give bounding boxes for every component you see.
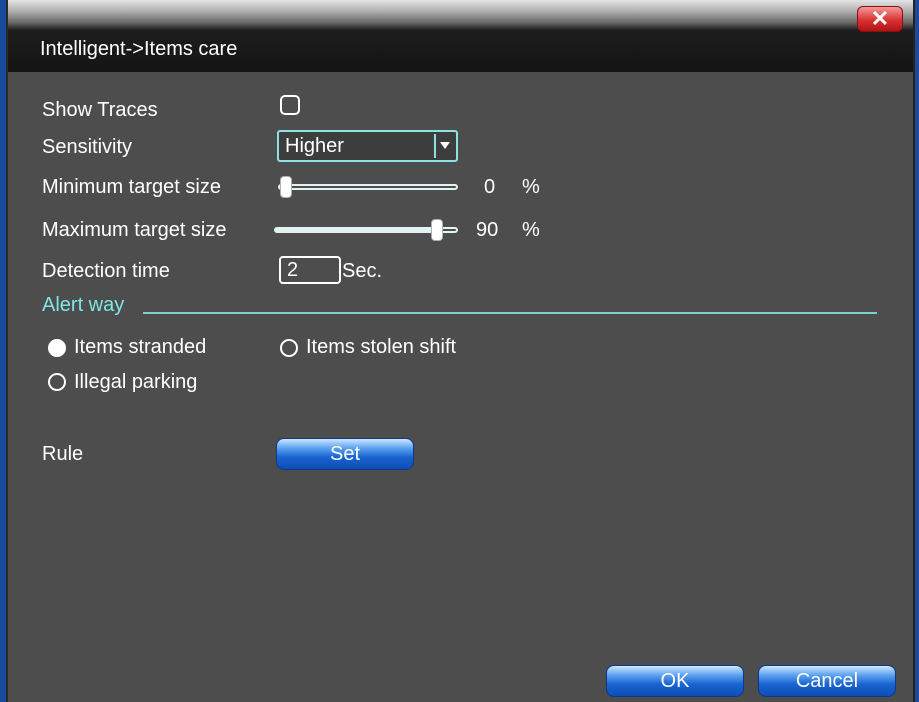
- detection-time-unit: Sec.: [342, 260, 383, 282]
- min-target-label: Minimum target size: [42, 176, 221, 198]
- min-target-thumb[interactable]: [280, 176, 292, 198]
- items-stolen-shift-label: Items stolen shift: [306, 336, 457, 358]
- radio-items-stolen-shift[interactable]: [280, 339, 298, 357]
- chevron-down-icon[interactable]: [434, 134, 454, 158]
- illegal-parking-label: Illegal parking: [74, 371, 198, 393]
- items-stranded-label: Items stranded: [74, 336, 207, 358]
- sensitivity-value: Higher: [285, 135, 344, 157]
- ok-button[interactable]: OK: [606, 665, 744, 697]
- sensitivity-label: Sensitivity: [42, 136, 133, 158]
- max-target-label: Maximum target size: [42, 219, 227, 241]
- detection-time-value: 2: [287, 259, 299, 281]
- max-target-thumb[interactable]: [431, 219, 443, 241]
- min-target-slider[interactable]: [278, 176, 458, 198]
- sensitivity-select[interactable]: Higher: [277, 130, 458, 162]
- cancel-button[interactable]: Cancel: [758, 665, 896, 697]
- max-target-unit: %: [522, 219, 540, 241]
- title-bar: Intelligent->Items care ✕: [8, 0, 913, 72]
- items-care-dialog: Intelligent->Items care ✕ Show Traces Se…: [6, 0, 915, 702]
- radio-items-stranded[interactable]: [48, 339, 66, 357]
- max-target-slider[interactable]: [274, 219, 458, 241]
- rule-set-button[interactable]: Set: [276, 438, 414, 470]
- close-button[interactable]: ✕: [857, 6, 903, 32]
- detection-time-input[interactable]: 2: [279, 256, 341, 284]
- show-traces-checkbox[interactable]: [280, 95, 300, 115]
- alert-way-heading: Alert way: [42, 294, 125, 316]
- close-icon: ✕: [870, 6, 890, 31]
- rule-label: Rule: [42, 443, 84, 465]
- max-target-value: 90: [476, 219, 499, 241]
- show-traces-label: Show Traces: [42, 99, 158, 121]
- detection-time-label: Detection time: [42, 260, 170, 282]
- max-target-fill: [276, 229, 437, 231]
- alert-way-divider: [143, 312, 877, 314]
- radio-illegal-parking[interactable]: [48, 373, 66, 391]
- dialog-title: Intelligent->Items care: [40, 38, 238, 60]
- min-target-value: 0: [484, 176, 496, 198]
- min-target-unit: %: [522, 176, 540, 198]
